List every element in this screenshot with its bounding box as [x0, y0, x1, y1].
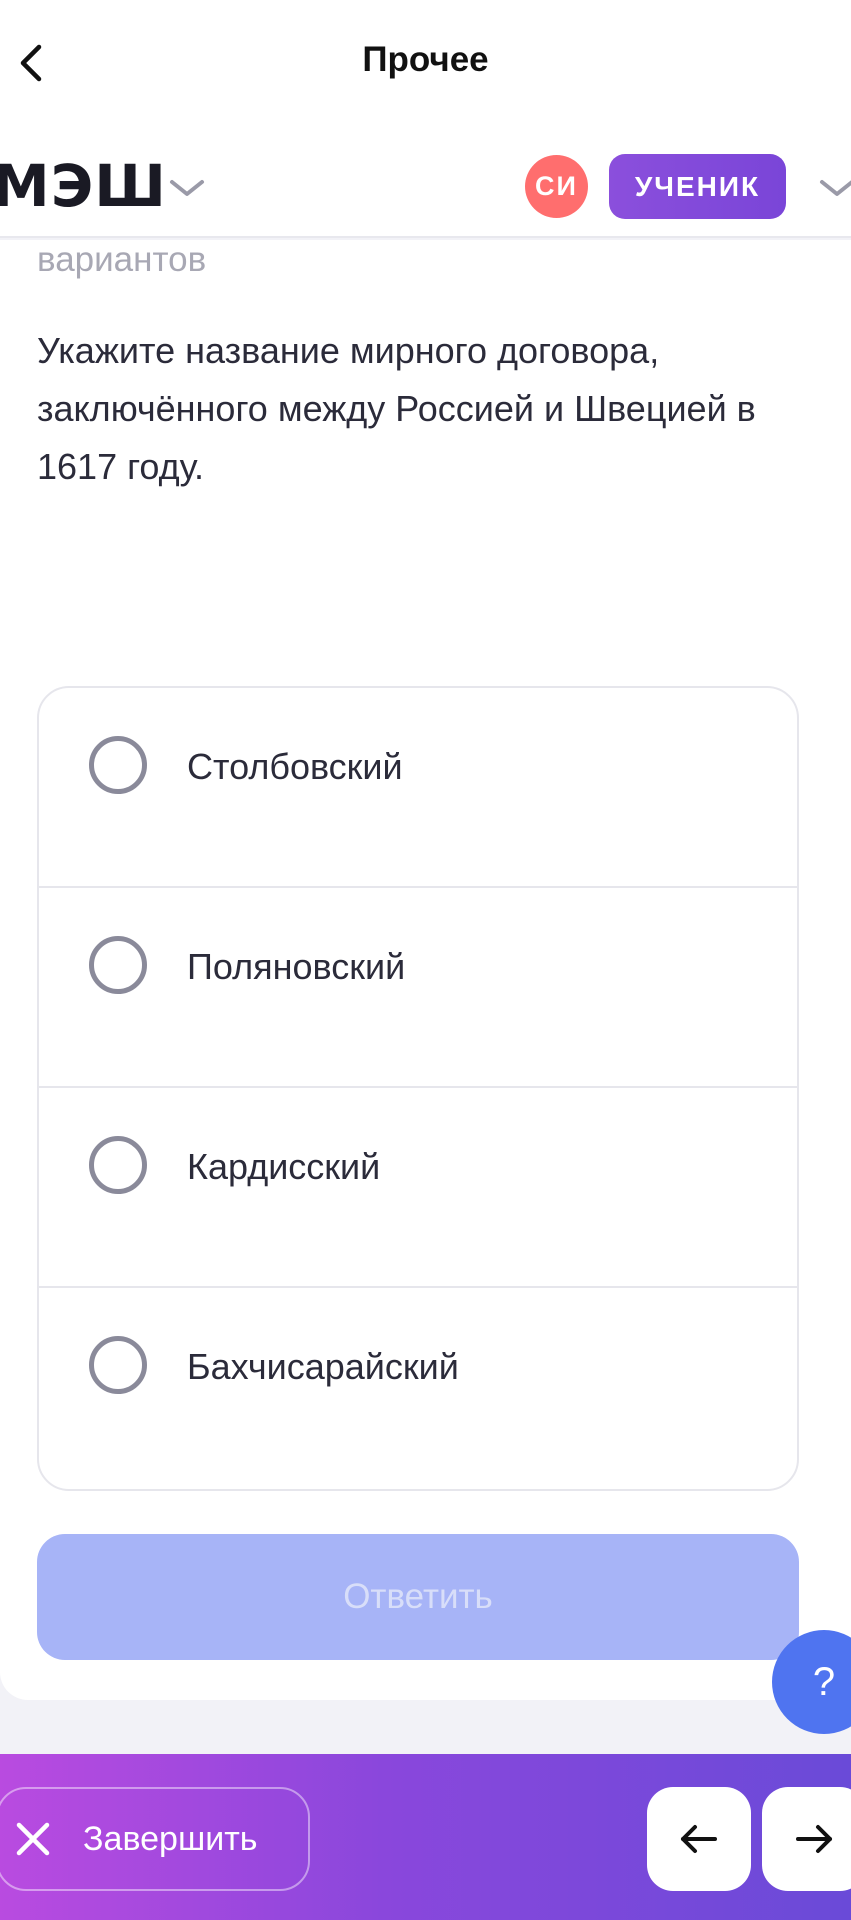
role-badge[interactable]: УЧЕНИК: [609, 154, 786, 219]
instruction-text: вариантов: [37, 240, 207, 279]
radio-button[interactable]: [89, 1336, 147, 1394]
answer-option[interactable]: Поляновский: [39, 888, 797, 1088]
submit-answer-button[interactable]: Ответить: [37, 1534, 799, 1660]
app-header: МЭШ СИ УЧЕНИК: [0, 130, 851, 238]
arrow-right-icon: [796, 1825, 832, 1853]
answer-option-label: Бахчисарайский: [187, 1346, 459, 1387]
radio-button[interactable]: [89, 736, 147, 794]
radio-button[interactable]: [89, 936, 147, 994]
answer-option-label: Кардисский: [187, 1146, 381, 1187]
answer-option[interactable]: Бахчисарайский: [39, 1288, 797, 1488]
answer-option[interactable]: Столбовский: [39, 688, 797, 888]
question-text: Укажите название мирного договора, заклю…: [37, 330, 756, 487]
answer-option-label: Поляновский: [187, 946, 406, 987]
avatar[interactable]: СИ: [525, 155, 588, 218]
top-nav-bar: Прочее: [0, 0, 851, 130]
bottom-action-bar: Завершить: [0, 1754, 851, 1920]
radio-button[interactable]: [89, 1136, 147, 1194]
finish-button-label: Завершить: [83, 1819, 258, 1858]
finish-button[interactable]: Завершить: [0, 1787, 310, 1891]
answer-options: Столбовский Поляновский Кардисский Бахчи…: [37, 686, 799, 1491]
page-title: Прочее: [362, 40, 489, 79]
arrow-left-icon: [681, 1825, 717, 1853]
question-card: вариантов Укажите название мирного догов…: [0, 240, 851, 1700]
mesh-logo[interactable]: МЭШ: [0, 152, 167, 220]
chevron-down-icon[interactable]: [818, 174, 851, 202]
chevron-down-icon[interactable]: [168, 174, 206, 202]
close-icon: [16, 1822, 50, 1856]
answer-option-label: Столбовский: [187, 746, 403, 787]
next-question-button[interactable]: [762, 1787, 851, 1891]
previous-question-button[interactable]: [647, 1787, 751, 1891]
answer-option[interactable]: Кардисский: [39, 1088, 797, 1288]
